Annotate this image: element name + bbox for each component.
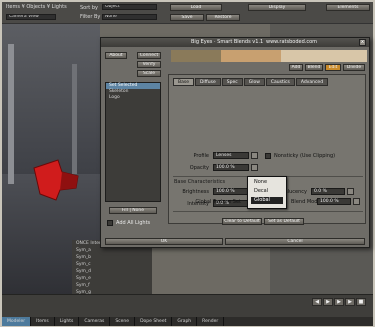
blend-mode-field[interactable]: 100.0 % (317, 198, 351, 205)
bottom-bar: ◀ ▶ ▶ ▶ ■ Modeler Items Lights Cameras Scene Dope… (2, 294, 373, 326)
viewport-pillar (8, 44, 14, 184)
nonsticky-label: Nonsticky (Use Clipping) (274, 153, 336, 159)
list-item[interactable]: Sym_f (72, 282, 152, 289)
tab-render[interactable]: Render (197, 317, 225, 326)
envelope-icon[interactable] (251, 152, 258, 159)
dropdown-option-global[interactable]: Global (251, 197, 283, 204)
close-icon[interactable]: x (359, 39, 366, 46)
set-as-default-button[interactable]: Set as Default (264, 218, 304, 225)
tab-base[interactable]: Base (173, 78, 194, 86)
tab-cameras[interactable]: Cameras (79, 317, 111, 326)
profile-label: Profile (193, 153, 209, 159)
tab-lights[interactable]: Lights (55, 317, 80, 326)
about-button[interactable]: About (105, 52, 127, 59)
envelope-icon[interactable] (347, 188, 354, 195)
envelope-icon[interactable] (353, 198, 360, 205)
brightness-label: Brightness (182, 189, 209, 195)
tab-spec[interactable]: Spec (221, 78, 243, 86)
tab-advanced[interactable]: Advanced (295, 78, 329, 86)
swatch[interactable] (221, 50, 281, 62)
filter-by-select[interactable]: None (102, 14, 157, 20)
display-button[interactable]: Display (248, 4, 306, 11)
load-button[interactable]: Load (170, 4, 222, 11)
translucency-field[interactable]: 0.0 % (311, 188, 345, 195)
add-all-lights-checkbox[interactable] (107, 220, 113, 226)
tab-items[interactable]: Items (31, 317, 55, 326)
items-menu[interactable]: Items ¥ Objects ¥ Lights (6, 4, 67, 10)
add-button[interactable]: Add (289, 64, 303, 71)
tab-modeler[interactable]: Modeler (2, 317, 32, 326)
play-icon[interactable]: ▶ (323, 298, 333, 306)
base-characteristics-heading: Base Characteristics (174, 179, 226, 185)
red-object-shape (33, 159, 79, 201)
tab-caustics[interactable]: Caustics (265, 78, 295, 86)
filter-by-label: Filter By (80, 14, 101, 20)
texture-mode-dropdown[interactable]: None Decal Global (247, 176, 287, 209)
dropdown-option-none[interactable]: None (251, 179, 283, 186)
restore-button[interactable]: Restore (206, 14, 240, 21)
bottom-tabs: Modeler Items Lights Cameras Scene Dope Sheet… (2, 317, 373, 326)
fill-none-button[interactable]: Fill | None (109, 207, 157, 214)
brightness-field[interactable]: 100.0 % (213, 188, 249, 195)
add-all-lights-label: Add All Lights (116, 220, 151, 226)
scale-button[interactable]: Scale (137, 70, 161, 77)
elements-button[interactable]: Elements (326, 4, 370, 11)
dialog-title: Big Eyes · Smart Blends v1.1 (191, 39, 264, 45)
scene-item-list[interactable]: ONCE Interaction Sym_a Sym_b Sym_c Sym_d… (72, 240, 152, 295)
playback-controls: ◀ ▶ ▶ ▶ ■ (312, 298, 367, 306)
edit-button[interactable]: Edit (325, 64, 341, 71)
list-item[interactable]: Sym_b (72, 254, 152, 261)
list-item[interactable]: Sym_d (72, 268, 152, 275)
blend-button[interactable]: Blend (305, 64, 323, 71)
envelope-icon[interactable] (251, 164, 258, 171)
cancel-button[interactable]: Cancel (225, 238, 365, 245)
tab-dope-sheet[interactable]: Dope Sheet (135, 317, 173, 326)
stop-icon[interactable]: ■ (356, 298, 366, 306)
tab-scene[interactable]: Scene (110, 317, 136, 326)
sort-by-select[interactable]: Object (102, 4, 157, 10)
divider (173, 211, 363, 212)
list-item[interactable]: Sym_c (72, 261, 152, 268)
color-swatches (171, 50, 367, 62)
list-item[interactable]: Logo (106, 95, 160, 101)
dropdown-option-decal[interactable]: Decal (251, 188, 283, 195)
ok-button[interactable]: OK (105, 238, 223, 245)
opacity-label: Opacity (189, 165, 209, 171)
connect-button[interactable]: Connect (137, 52, 161, 59)
clear-to-default-button[interactable]: Clear to Default (222, 218, 262, 225)
tab-glow[interactable]: Glow (243, 78, 265, 86)
global-texture-set-label: Global Texture Set (195, 199, 241, 205)
plugin-dialog: Big Eyes · Smart Blends v1.1 www.ratsbod… (100, 37, 370, 248)
nonsticky-checkbox[interactable] (265, 153, 271, 159)
sort-by-label: Sort by (80, 5, 98, 11)
verify-button[interactable]: Verify (137, 61, 161, 68)
swatch[interactable] (171, 50, 221, 62)
settings-tabs: Base Diffuse Spec Glow Caustics Advanced (173, 78, 329, 86)
dialog-titlebar[interactable]: Big Eyes · Smart Blends v1.1 www.ratsbod… (101, 38, 369, 47)
camera-view-select[interactable]: Camera View (6, 14, 56, 20)
tab-graph[interactable]: Graph (172, 317, 198, 326)
rewind-icon[interactable]: ◀ (312, 298, 322, 306)
blend-mode-label: Blend Mode (291, 199, 321, 205)
swatch[interactable] (281, 50, 367, 62)
opacity-field[interactable]: 100.0 % (213, 164, 249, 171)
divide-button[interactable]: Divide (343, 64, 365, 71)
save-button[interactable]: Save (170, 14, 204, 21)
dialog-url: www.ratsboded.com (266, 39, 318, 45)
item-list[interactable]: Set Selected Skeleton Logo (105, 82, 161, 202)
list-item[interactable]: Sym_a (72, 247, 152, 254)
list-item[interactable]: Sym_e (72, 275, 152, 282)
forward-icon[interactable]: ▶ (334, 298, 344, 306)
end-icon[interactable]: ▶ (345, 298, 355, 306)
profile-field[interactable]: Lenses (213, 152, 249, 159)
host-toolbar: Items ¥ Objects ¥ Lights Camera View Sor… (2, 2, 373, 24)
tab-diffuse[interactable]: Diffuse (194, 78, 221, 86)
